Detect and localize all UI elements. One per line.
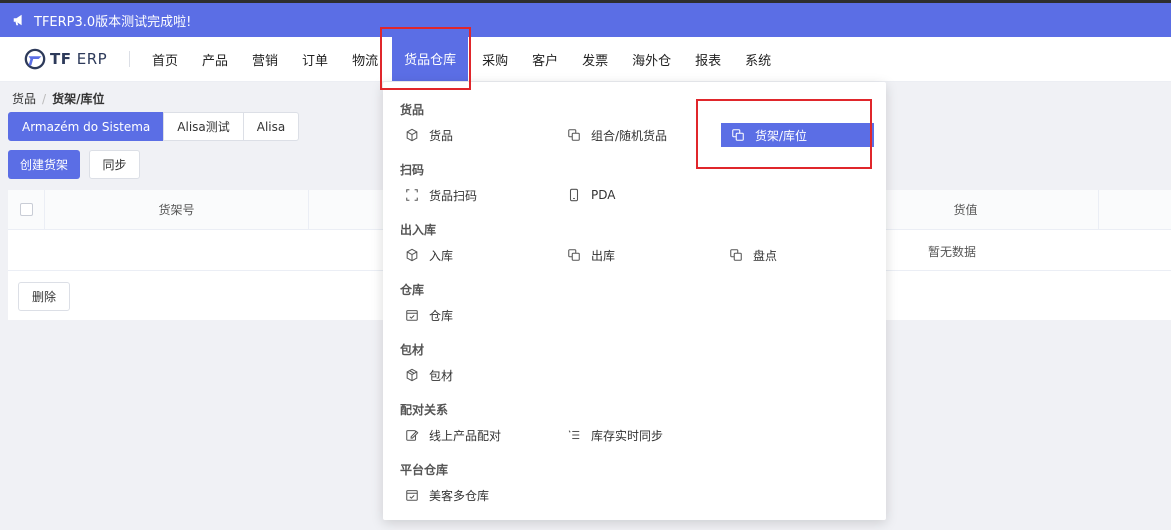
calendar-check-icon (406, 490, 418, 501)
cube-icon (406, 248, 418, 262)
nav-item-customers[interactable]: 客户 (520, 37, 570, 82)
scan-icon (406, 189, 418, 201)
empty-text: 暂无数据 (928, 245, 977, 259)
tab-warehouse-alisa-test[interactable]: Alisa测试 (163, 112, 244, 141)
section-title-platform-warehouse: 平台仓库 (400, 463, 449, 477)
nav-divider (129, 51, 130, 67)
announcement-banner: TFERP3.0版本测试完成啦! (0, 3, 1171, 37)
menu-item-mercado-warehouse[interactable]: 美客多仓库 (405, 483, 489, 507)
nav-item-logistics[interactable]: 物流 (340, 37, 390, 82)
breadcrumb-current: 货架/库位 (52, 92, 105, 106)
column-header-value: 货值 (953, 203, 978, 217)
section-title-scan: 扫码 (400, 163, 425, 177)
menu-item-stocktake[interactable]: 盘点 (729, 243, 777, 267)
nav-item-home[interactable]: 首页 (140, 37, 190, 82)
breadcrumb-separator: / (42, 92, 47, 106)
megaphone-icon (13, 14, 22, 26)
box-icon (406, 368, 418, 382)
menu-item-realtime-stock-sync[interactable]: 库存实时同步 (567, 423, 663, 447)
nav-item-marketing[interactable]: 营销 (240, 37, 290, 82)
menu-item-combo-goods[interactable]: 组合/随机货品 (567, 123, 667, 147)
goods-warehouse-dropdown: 货品 货品 组合/随机货品 货架/库位 扫码 货品扫码 PDA 出入库 入库 出… (383, 82, 886, 520)
section-title-goods: 货品 (400, 103, 425, 117)
section-title-packaging: 包材 (400, 343, 425, 357)
menu-item-online-product-mapping[interactable]: 线上产品配对 (405, 423, 501, 447)
nav-item-goods-warehouse[interactable]: 货品仓库 (392, 36, 469, 81)
menu-item-goods[interactable]: 货品 (405, 123, 453, 147)
column-header-tail (1099, 190, 1171, 229)
calendar-check-icon (406, 310, 418, 321)
logo-text: TF ERP (50, 50, 108, 68)
copy-icon (732, 129, 744, 141)
sync-button[interactable]: 同步 (89, 150, 140, 179)
copy-icon (568, 249, 580, 261)
menu-item-warehouse[interactable]: 仓库 (405, 303, 453, 327)
menu-item-stock-in[interactable]: 入库 (405, 243, 453, 267)
section-title-mapping: 配对关系 (400, 403, 449, 417)
list-icon (568, 430, 580, 440)
delete-button[interactable]: 删除 (18, 282, 70, 311)
cube-icon (406, 128, 418, 142)
create-shelf-button[interactable]: 创建货架 (8, 150, 80, 179)
edit-icon (406, 430, 419, 441)
nav-item-system[interactable]: 系统 (733, 37, 783, 82)
menu-item-packaging[interactable]: 包材 (405, 363, 453, 387)
logo-icon (24, 48, 46, 70)
section-title-inout: 出入库 (400, 223, 437, 237)
menu-item-stock-out[interactable]: 出库 (567, 243, 615, 267)
column-header-shelf-no: 货架号 (45, 190, 309, 229)
nav-item-purchasing[interactable]: 采购 (470, 37, 520, 82)
phone-icon (569, 188, 579, 202)
warehouse-tabs: Armazém do Sistema Alisa测试 Alisa (8, 112, 300, 141)
nav-item-overseas-warehouse[interactable]: 海外仓 (620, 37, 683, 82)
nav-item-products[interactable]: 产品 (190, 37, 240, 82)
menu-item-shelf-location[interactable]: 货架/库位 (721, 123, 874, 147)
breadcrumb: 货品 / 货架/库位 (12, 90, 104, 107)
main-menu: 首页 产品 营销 订单 物流 货品仓库 采购 客户 发票 海外仓 报表 系统 (140, 36, 783, 82)
app-logo[interactable]: TF ERP (24, 48, 129, 70)
breadcrumb-root[interactable]: 货品 (12, 92, 36, 106)
top-navigation: TF ERP 首页 产品 营销 订单 物流 货品仓库 采购 客户 发票 海外仓 … (0, 36, 1171, 82)
select-all-checkbox[interactable] (8, 190, 45, 229)
nav-item-orders[interactable]: 订单 (290, 37, 340, 82)
tab-warehouse-system[interactable]: Armazém do Sistema (8, 112, 165, 141)
section-title-warehouse: 仓库 (400, 283, 425, 297)
tab-warehouse-alisa[interactable]: Alisa (242, 112, 300, 141)
copy-icon (730, 249, 742, 261)
copy-icon (568, 129, 580, 141)
menu-item-goods-scan[interactable]: 货品扫码 (405, 183, 477, 207)
menu-item-pda[interactable]: PDA (567, 183, 615, 207)
banner-text: TFERP3.0版本测试完成啦! (34, 14, 192, 30)
nav-item-reports[interactable]: 报表 (683, 37, 733, 82)
nav-item-invoices[interactable]: 发票 (570, 37, 620, 82)
